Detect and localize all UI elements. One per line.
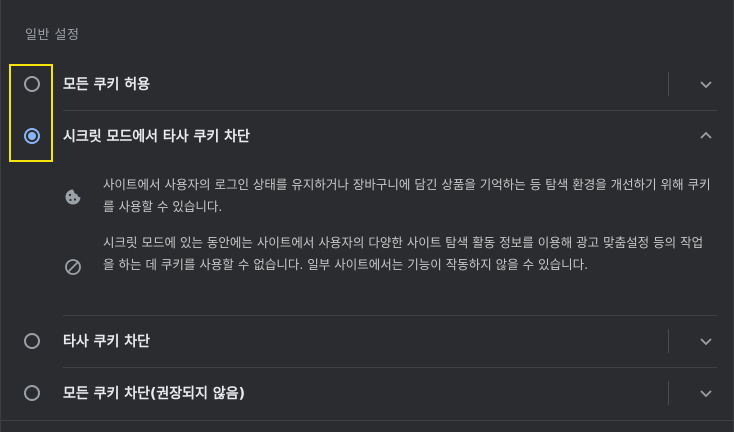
option-block-all-cookies[interactable]: 모든 쿠키 차단(권장되지 않음) — [1, 367, 734, 419]
radio-block-third-party-incognito[interactable] — [24, 128, 40, 144]
divider — [668, 381, 669, 405]
detail-item: 시크릿 모드에 있는 동안에는 사이트에서 사용자의 다양한 사이트 탐색 활동… — [63, 232, 713, 300]
cookie-settings-panel: 일반 설정 모든 쿠키 허용 시크릿 모드에서 타사 쿠키 차단 사이트에서 사… — [0, 0, 734, 432]
chevron-down-icon[interactable] — [698, 76, 714, 92]
option-label: 시크릿 모드에서 타사 쿠키 차단 — [63, 129, 250, 145]
option-block-third-party-incognito[interactable]: 시크릿 모드에서 타사 쿠키 차단 — [1, 110, 734, 162]
detail-text: 시크릿 모드에 있는 동안에는 사이트에서 사용자의 다양한 사이트 탐색 활동… — [103, 235, 704, 272]
chevron-down-icon[interactable] — [698, 385, 714, 401]
divider — [668, 329, 669, 353]
option-label: 모든 쿠키 허용 — [63, 77, 151, 93]
section-title: 일반 설정 — [25, 28, 80, 43]
radio-allow-all-cookies[interactable] — [24, 76, 40, 92]
cookie-icon — [65, 189, 81, 205]
option-block-third-party[interactable]: 타사 쿠키 차단 — [1, 315, 734, 367]
radio-block-all-cookies[interactable] — [24, 385, 40, 401]
chevron-down-icon[interactable] — [698, 333, 714, 349]
chevron-up-icon[interactable] — [698, 128, 714, 144]
option-label: 모든 쿠키 차단(권장되지 않음) — [63, 386, 245, 402]
option-label: 타사 쿠키 차단 — [63, 334, 151, 350]
divider — [1, 420, 734, 421]
radio-block-third-party[interactable] — [24, 333, 40, 349]
detail-text: 사이트에서 사용자의 로그인 상태를 유지하거나 장바구니에 담긴 상품을 기억… — [103, 177, 711, 214]
divider — [668, 72, 669, 96]
block-icon — [65, 259, 81, 275]
detail-item: 사이트에서 사용자의 로그인 상태를 유지하거나 장바구니에 담긴 상품을 기억… — [63, 174, 713, 220]
option-allow-all-cookies[interactable]: 모든 쿠키 허용 — [1, 58, 734, 110]
